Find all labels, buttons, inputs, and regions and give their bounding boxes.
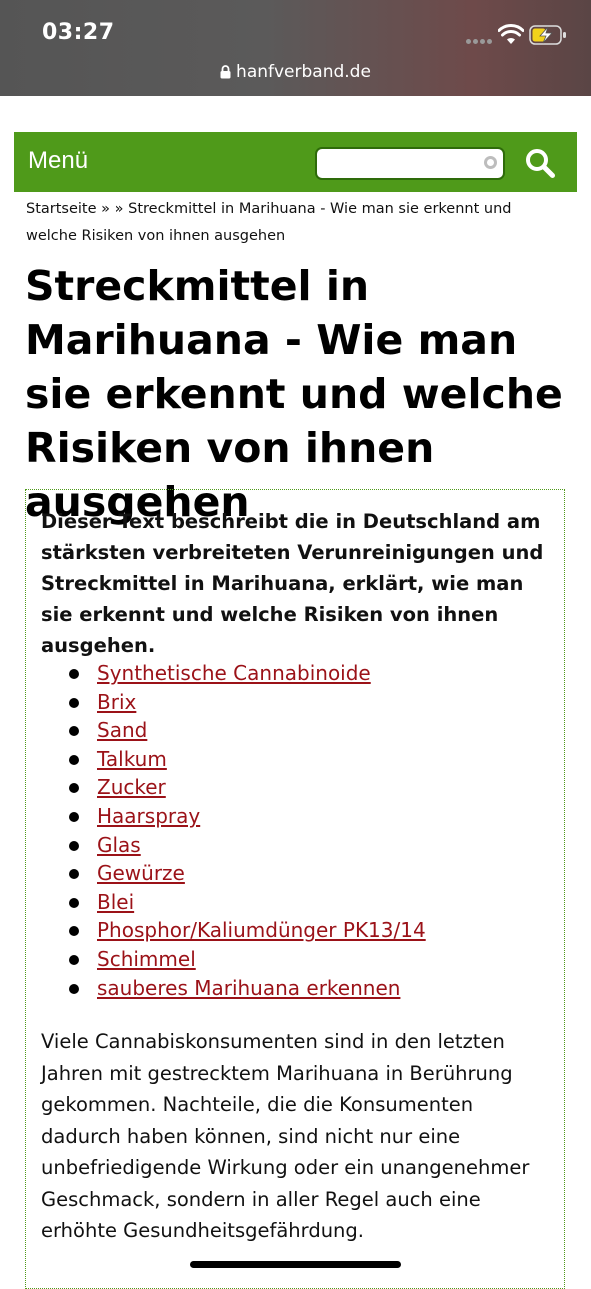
toc-link[interactable]: Talkum: [97, 747, 167, 771]
toc-item: Gewürze: [41, 859, 551, 888]
article-content: Dieser Text beschreibt die in Deutschlan…: [25, 489, 565, 1289]
bullet-icon: [69, 954, 79, 965]
toc-item: sauberes Marihuana erkennen: [41, 974, 551, 1003]
loading-ring-icon: [484, 156, 497, 169]
article-paragraph: Viele Cannabiskonsumenten sind in den le…: [41, 1030, 530, 1242]
bullet-icon: [69, 897, 79, 908]
wifi-icon: [498, 24, 524, 44]
breadcrumb: Startseite » » Streckmittel in Marihuana…: [26, 196, 566, 250]
toc-item: Phosphor/Kaliumdünger PK13/14: [41, 916, 551, 945]
search-icon[interactable]: [524, 147, 556, 179]
toc-link[interactable]: Sand: [97, 718, 147, 742]
toc-item: Haarspray: [41, 802, 551, 831]
url-text: hanfverband.de: [236, 62, 371, 82]
toc-item: Glas: [41, 831, 551, 860]
bullet-icon: [69, 726, 79, 737]
toc-link[interactable]: Zucker: [97, 775, 166, 799]
breadcrumb-home-link[interactable]: Startseite: [26, 201, 97, 217]
toc-link[interactable]: Blei: [97, 890, 134, 914]
battery-charging-icon: [529, 25, 566, 45]
address-bar[interactable]: hanfverband.de: [0, 62, 591, 82]
toc-item: Synthetische Cannabinoide: [41, 659, 551, 688]
search-input[interactable]: [315, 147, 505, 180]
menu-button[interactable]: Menü: [28, 147, 88, 175]
bullet-icon: [69, 983, 79, 994]
toc-link[interactable]: Schimmel: [97, 947, 196, 971]
article-intro: Dieser Text beschreibt die in Deutschlan…: [41, 510, 544, 657]
toc-item: Sand: [41, 716, 551, 745]
bullet-icon: [69, 811, 79, 822]
home-indicator[interactable]: [190, 1261, 401, 1268]
bullet-icon: [69, 840, 79, 851]
bullet-icon: [69, 926, 79, 937]
toc-link[interactable]: Phosphor/Kaliumdünger PK13/14: [97, 918, 426, 942]
toc-item: Zucker: [41, 773, 551, 802]
table-of-contents: Synthetische Cannabinoide Brix Sand Talk…: [41, 659, 551, 1002]
toc-link[interactable]: Gewürze: [97, 861, 185, 885]
bullet-icon: [69, 669, 79, 679]
lock-icon: [220, 65, 231, 79]
breadcrumb-current: » Streckmittel in Marihuana - Wie man si…: [26, 201, 512, 244]
bullet-icon: [69, 754, 79, 765]
toc-link[interactable]: Brix: [97, 690, 136, 714]
bullet-icon: [69, 697, 79, 708]
breadcrumb-separator: »: [101, 201, 111, 217]
clock: 03:27: [42, 20, 115, 45]
bullet-icon: [69, 783, 79, 794]
site-navigation-bar: Menü: [14, 132, 577, 192]
toc-item: Blei: [41, 888, 551, 917]
toc-item: Schimmel: [41, 945, 551, 974]
toc-link[interactable]: Haarspray: [97, 804, 200, 828]
cellular-signal-icon: [466, 39, 494, 45]
toc-link[interactable]: sauberes Marihuana erkennen: [97, 976, 400, 1000]
toc-item: Talkum: [41, 745, 551, 774]
toc-link[interactable]: Glas: [97, 833, 141, 857]
bullet-icon: [69, 869, 79, 880]
toc-item: Brix: [41, 688, 551, 717]
toc-link[interactable]: Synthetische Cannabinoide: [97, 661, 371, 685]
status-bar: 03:27 hanfverband.de: [0, 0, 591, 96]
